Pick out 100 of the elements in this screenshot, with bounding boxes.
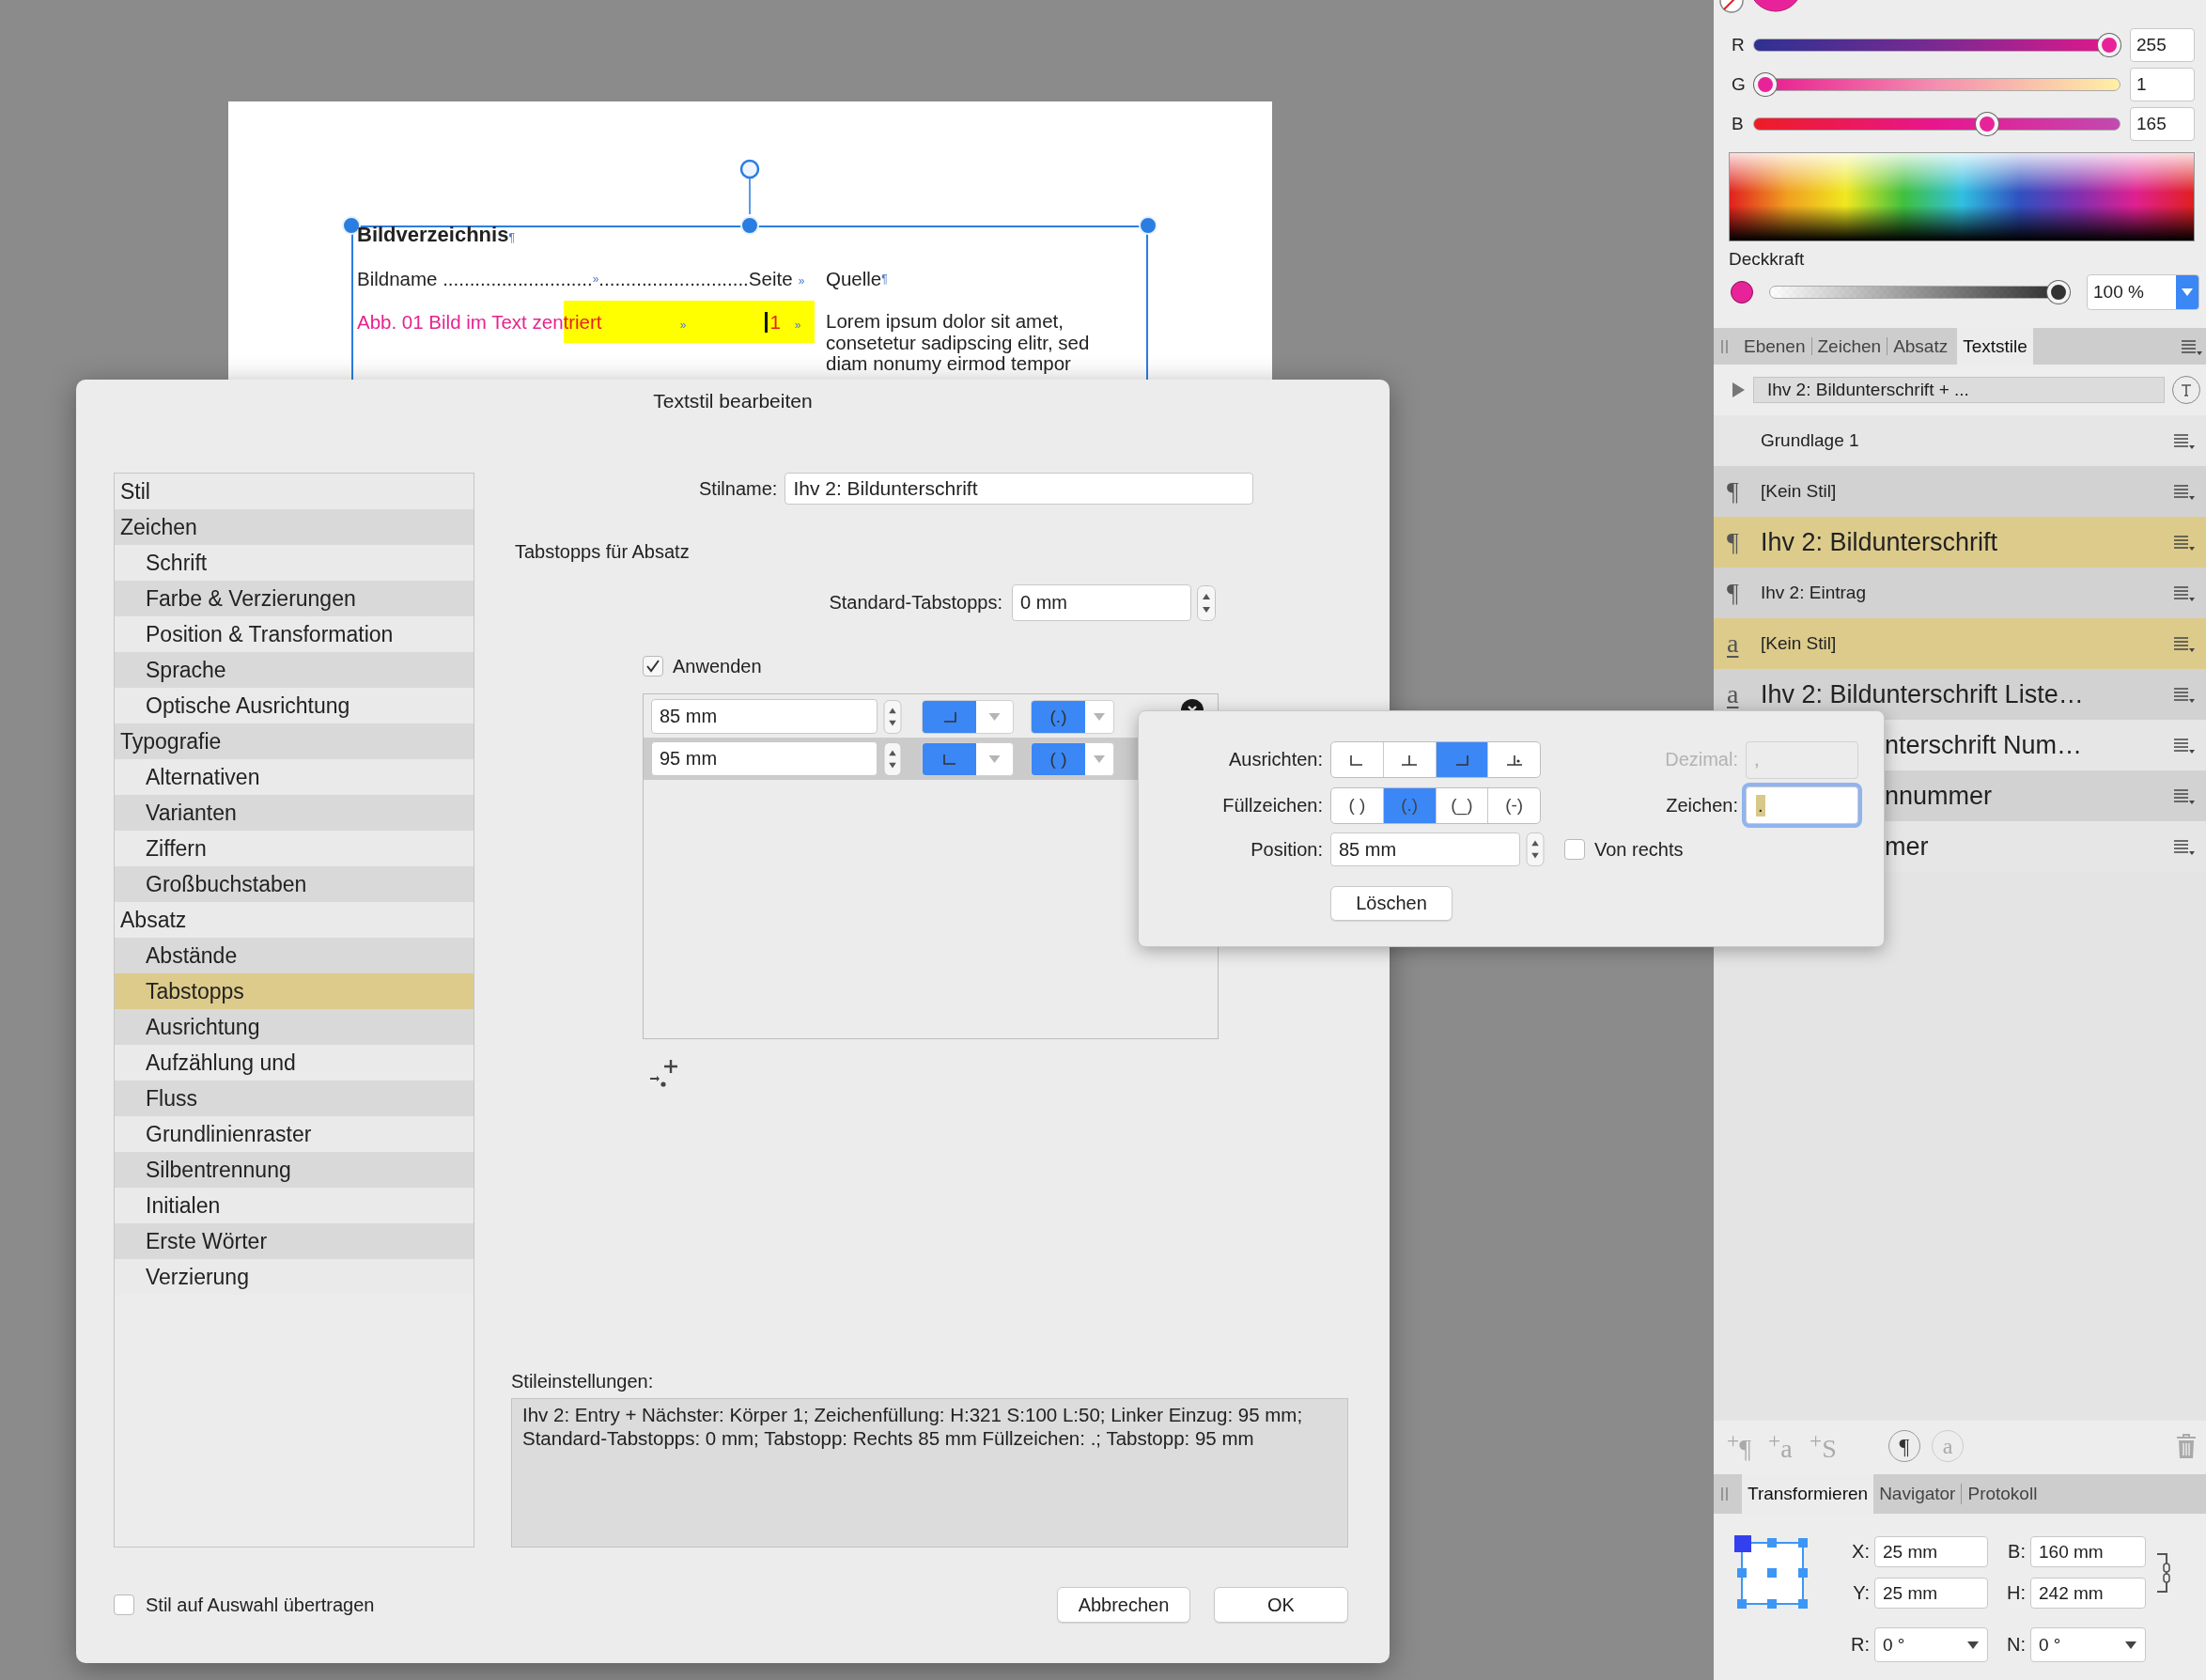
transform-field[interactable]: 242 mm — [2030, 1578, 2146, 1609]
value-field[interactable]: 1 — [2130, 68, 2195, 101]
menu-icon[interactable] — [2172, 685, 2195, 704]
tab-mark: » — [679, 318, 687, 332]
transform-field[interactable]: 25 mm — [1874, 1536, 1988, 1567]
checkbox-label: Von rechts — [1594, 838, 1684, 861]
style-list-item[interactable]: ¶ Ihv 2: Bildunterschrift — [1714, 517, 2206, 568]
color-spectrum[interactable] — [1729, 152, 2195, 241]
stepper[interactable] — [883, 741, 902, 776]
position-field[interactable]: 85 mm — [651, 699, 878, 734]
fill-option[interactable]: (-) — [1487, 787, 1540, 823]
color-swatch[interactable] — [1731, 281, 1753, 303]
checkbox[interactable] — [114, 1594, 134, 1615]
slider-thumb[interactable] — [2047, 281, 2070, 303]
summary-label: Stileinstellungen: — [511, 1370, 655, 1392]
stepper[interactable] — [1526, 832, 1545, 866]
align-option[interactable] — [1435, 742, 1488, 777]
field-label: X: — [1852, 1541, 1871, 1563]
checkbox-label: Stil auf Auswahl übertragen — [146, 1594, 376, 1616]
section-title: Tabstopps für Absatz — [514, 540, 691, 564]
style-filter-field[interactable]: Ihv 2: Bildunterschrift + ... — [1753, 377, 2165, 403]
leader-dropdown[interactable]: ( ) — [1031, 741, 1114, 776]
panel-tab[interactable]: Transformieren — [1742, 1474, 1874, 1514]
category-item[interactable]: Ausrichtung — [115, 1009, 474, 1045]
default-tabs-field[interactable]: 0 mm — [1012, 584, 1191, 621]
position-field[interactable]: 85 mm — [1330, 832, 1520, 866]
stepper[interactable] — [883, 699, 902, 734]
panel-tab[interactable]: Navigator — [1873, 1474, 1962, 1514]
panel-tab[interactable]: Protokoll — [1962, 1474, 2043, 1514]
column-heading: ............................Seite — [598, 267, 793, 291]
category-item[interactable]: Sprache — [115, 652, 474, 688]
category-item[interactable]: Großbuchstaben — [115, 866, 474, 902]
align-dropdown[interactable] — [922, 741, 1014, 776]
panel-tab[interactable]: Zeichen — [1811, 328, 1888, 365]
style-list-item[interactable]: a [Kein Stil] — [1714, 618, 2206, 669]
leader-dropdown[interactable]: (.) — [1031, 699, 1114, 734]
rotation-handle[interactable] — [738, 158, 761, 214]
category-item[interactable]: Farbe & Verzierungen — [115, 581, 474, 616]
style-name-field[interactable]: Ihv 2: Bildunterschrift — [785, 473, 1254, 505]
menu-icon[interactable] — [2172, 837, 2195, 856]
heading-text: Bildverzeichnis — [357, 223, 509, 246]
value-field[interactable]: 255 — [2130, 28, 2195, 62]
transform-field[interactable]: 160 mm — [2030, 1536, 2146, 1567]
channel-slider[interactable] — [1753, 113, 2121, 135]
checkbox[interactable] — [643, 656, 663, 677]
menu-icon[interactable] — [2172, 431, 2195, 450]
slider-thumb[interactable] — [1976, 113, 1999, 135]
delete-button[interactable]: Löschen — [1330, 886, 1453, 921]
slider-thumb[interactable] — [2098, 34, 2121, 56]
channel-slider[interactable] — [1753, 73, 2121, 96]
style-list-item[interactable]: a Ihv 2: Bildunterschrift Liste… — [1714, 669, 2206, 720]
slider-thumb[interactable] — [1754, 73, 1778, 96]
panel-tab[interactable]: Absatz — [1888, 328, 1954, 365]
tab-mark: » — [798, 273, 805, 288]
category-item[interactable]: Tabstopps — [115, 973, 474, 1009]
dialog-button[interactable]: Abbrechen — [1057, 1587, 1190, 1623]
tab-mark: » — [592, 272, 599, 288]
checkbox[interactable] — [1564, 839, 1585, 860]
style-list-item[interactable]: ¶ Ihv 2: Eintrag — [1714, 568, 2206, 618]
shear-dropdown[interactable]: 0 ° — [2030, 1627, 2146, 1662]
category-item[interactable]: Zeichen — [115, 509, 474, 545]
category-item[interactable]: Typografie — [115, 723, 474, 759]
position-field[interactable]: 95 mm — [651, 741, 878, 776]
category-item[interactable]: Erste Wörter — [115, 1223, 474, 1259]
align-dropdown[interactable] — [922, 699, 1014, 734]
source-text: Lorem ipsum dolor sit amet, consetetur sadipscing elitr, sed diam nonumy eirmod tempor — [826, 309, 1091, 375]
category-item[interactable]: Silbentrennung — [115, 1152, 474, 1188]
paragraph-mark: ¶ — [508, 231, 515, 244]
menu-icon[interactable] — [2172, 634, 2195, 653]
style-list-item[interactable]: Grundlage 1 — [1714, 415, 2206, 466]
resize-handle[interactable] — [1139, 216, 1157, 235]
rotation-dropdown[interactable]: 0 ° — [1874, 1627, 1988, 1662]
tab-mark: » — [794, 318, 801, 332]
opacity-slider[interactable] — [1769, 281, 2070, 303]
field-label: Ausrichten: — [1228, 749, 1323, 770]
opacity-field[interactable]: 100 % — [2087, 274, 2199, 310]
dialog-title: Textstil bearbeiten — [653, 389, 813, 413]
transform-field[interactable]: 25 mm — [1874, 1578, 1988, 1609]
tab-stop-row[interactable]: 85 mm (.) — [644, 695, 1218, 738]
panel-tab[interactable]: Textstile — [1957, 328, 2033, 365]
menu-icon[interactable] — [2172, 583, 2195, 602]
menu-icon[interactable] — [2172, 786, 2195, 805]
menu-icon[interactable] — [2172, 533, 2195, 552]
page-number: 1 — [769, 310, 781, 334]
panel-tab[interactable]: Ebenen — [1738, 328, 1811, 365]
style-list-item[interactable]: ¶ [Kein Stil] — [1714, 466, 2206, 517]
resize-handle[interactable] — [740, 216, 759, 235]
dialog-button[interactable]: OK — [1214, 1587, 1348, 1623]
stepper[interactable] — [1197, 584, 1216, 621]
value-field[interactable]: 165 — [2130, 107, 2195, 141]
play-icon[interactable] — [1731, 381, 1746, 398]
category-item[interactable]: Fluss — [115, 1081, 474, 1116]
menu-icon[interactable] — [2172, 482, 2195, 501]
fill-option[interactable]: ( ) — [1331, 787, 1383, 823]
category-item[interactable]: Abstände — [115, 938, 474, 973]
channel-slider[interactable] — [1753, 34, 2121, 56]
field-label: Stilname: — [699, 477, 778, 500]
fill-option[interactable]: (_) — [1435, 787, 1488, 823]
menu-icon[interactable] — [2172, 736, 2195, 754]
category-item[interactable]: Varianten — [115, 795, 474, 831]
